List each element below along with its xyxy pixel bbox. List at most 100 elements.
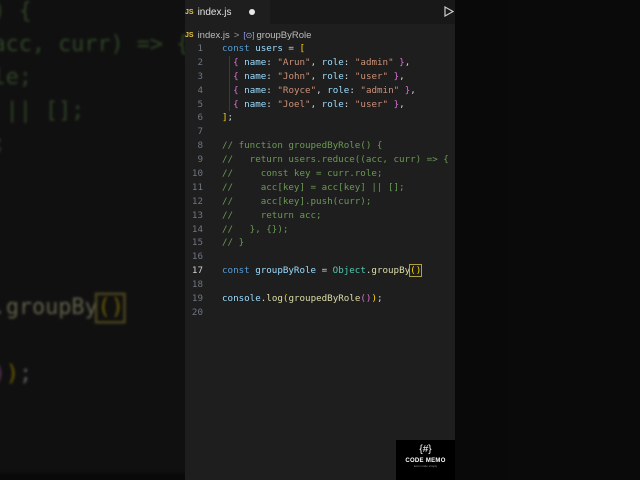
code-token: role (327, 84, 350, 96)
line-number: 16 (191, 251, 203, 263)
line-number: 2 (197, 56, 203, 68)
line-number: 4 (197, 84, 203, 96)
breadcrumb-file[interactable]: index.js (198, 30, 230, 41)
code-token: // acc[key] = acc[key] || []; (222, 181, 405, 193)
line-text: { name: "Arun", role: "admin" }, (222, 56, 410, 70)
line-text: // } (222, 236, 244, 250)
code-token: name (238, 56, 267, 68)
code-token: name (238, 84, 267, 96)
line-number: 9 (197, 154, 203, 166)
line-number: 15 (191, 237, 203, 249)
code-token: , (310, 70, 322, 82)
line-text: // const key = curr.role; (222, 167, 382, 181)
code-token: const (222, 265, 256, 277)
code-token: groupedByRole (288, 293, 361, 305)
logo-glyph: {#} (419, 444, 432, 455)
code-line[interactable]: 3 { name: "John", role: "user" }, (185, 70, 404, 84)
line-text: { name: "Royce", role: "admin" }, (222, 84, 416, 98)
code-token: "user" (354, 98, 389, 110)
line-text: ]; (222, 111, 233, 125)
code-token: , (410, 84, 416, 96)
code-line[interactable]: 9 // return users.reduce((acc, curr) => { (185, 153, 448, 167)
code-line[interactable]: 11 // acc[key] = acc[key] || []; (185, 181, 405, 195)
code-token: users (255, 43, 283, 54)
code-line[interactable]: 2 { name: "Arun", role: "admin" }, (185, 56, 410, 70)
code-line[interactable]: 7 (185, 125, 203, 139)
line-text: // }, {}); (222, 223, 288, 237)
code-token: "Royce" (277, 84, 317, 96)
unsaved-dot-icon[interactable] (249, 9, 255, 15)
line-number: 17 (191, 265, 203, 277)
code-line[interactable]: 16 (185, 250, 203, 264)
code-token: , (404, 56, 411, 68)
logo-tagline: learn code simply (413, 464, 438, 468)
code-token: : (266, 56, 278, 68)
line-text: // return users.reduce((acc, curr) => { (222, 153, 449, 167)
code-line[interactable]: 4 { name: "Royce", role: "admin" }, (185, 84, 415, 98)
code-line[interactable]: 19 console.log(groupedByRole()); (185, 292, 383, 306)
code-token: : (266, 98, 278, 110)
code-token: log (266, 293, 283, 305)
line-number: 13 (191, 209, 203, 221)
line-text: // acc[key].push(curr); (222, 195, 371, 209)
code-token: = (282, 43, 300, 54)
breadcrumb: JS index.js > [⊙] groupByRole (185, 28, 311, 42)
code-line[interactable]: 13 // return acc; (185, 209, 322, 223)
code-line[interactable]: 5 { name: "Joel", role: "user" }, (185, 98, 404, 112)
code-line[interactable]: 8 // function groupedByRole() { (185, 139, 382, 153)
code-line[interactable]: 14 // }, {}); (185, 223, 288, 237)
variable-symbol-icon: [⊙] (243, 30, 255, 40)
js-file-icon: JS (185, 8, 194, 16)
code-token: "John" (277, 70, 311, 82)
play-icon (444, 6, 454, 17)
line-number: 12 (191, 195, 203, 207)
tab-label: index.js (197, 6, 232, 18)
code-token: = (316, 265, 333, 277)
code-token: // } (222, 237, 245, 249)
code-token: ; (376, 293, 383, 305)
code-token: groupBy (371, 265, 411, 277)
code-token: const (222, 43, 256, 54)
line-text: const groupByRole = Object.groupBy() (222, 264, 423, 278)
line-text: // acc[key] = acc[key] || []; (222, 181, 405, 195)
code-token: groupByRole (255, 265, 317, 277)
code-line[interactable]: 17 const groupByRole = Object.groupBy() (185, 264, 423, 278)
tab-index-js[interactable]: JS index.js (185, 0, 270, 24)
line-number: 14 (191, 223, 203, 235)
code-line[interactable]: 12 // acc[key].push(curr); (185, 195, 371, 209)
code-token: // return users.reduce((acc, curr) => { (222, 154, 449, 166)
code-token: name (238, 70, 267, 82)
tab-bar: JS index.js (185, 0, 455, 24)
code-area[interactable]: 1 const users = [2 { name: "Arun", role: … (185, 42, 449, 320)
line-text: { name: "Joel", role: "user" }, (222, 98, 405, 112)
code-token: // function groupedByRole() { (222, 140, 383, 152)
code-token: // return acc; (222, 209, 322, 221)
line-text: const users = [ (222, 42, 305, 56)
code-token: role (321, 70, 344, 82)
code-token: : (266, 70, 278, 82)
code-token: "admin" (354, 56, 394, 68)
code-line[interactable]: 6]; (185, 111, 233, 125)
code-line[interactable]: 10 // const key = curr.role; (185, 167, 383, 181)
code-line[interactable]: 1 const users = [ (185, 42, 305, 56)
line-number: 20 (191, 306, 203, 318)
line-number: 7 (197, 126, 203, 138)
code-token: : (349, 84, 361, 96)
code-token: console (222, 293, 261, 305)
code-line[interactable]: 18 (185, 278, 203, 292)
line-text: { name: "John", role: "user" }, (222, 70, 405, 84)
code-token: // }, {}); (222, 223, 289, 235)
code-token: "Joel" (277, 98, 311, 110)
code-token: : (343, 70, 355, 82)
code-line[interactable]: 20 (185, 306, 203, 320)
code-line[interactable]: 15 // } (185, 236, 244, 250)
breadcrumb-symbol[interactable]: groupByRole (257, 30, 312, 41)
code-token: "admin" (360, 84, 400, 96)
code-token: : (343, 56, 355, 68)
code-token: "user" (354, 70, 389, 82)
js-file-icon: JS (185, 31, 194, 39)
code-token: // acc[key].push(curr); (222, 195, 372, 207)
